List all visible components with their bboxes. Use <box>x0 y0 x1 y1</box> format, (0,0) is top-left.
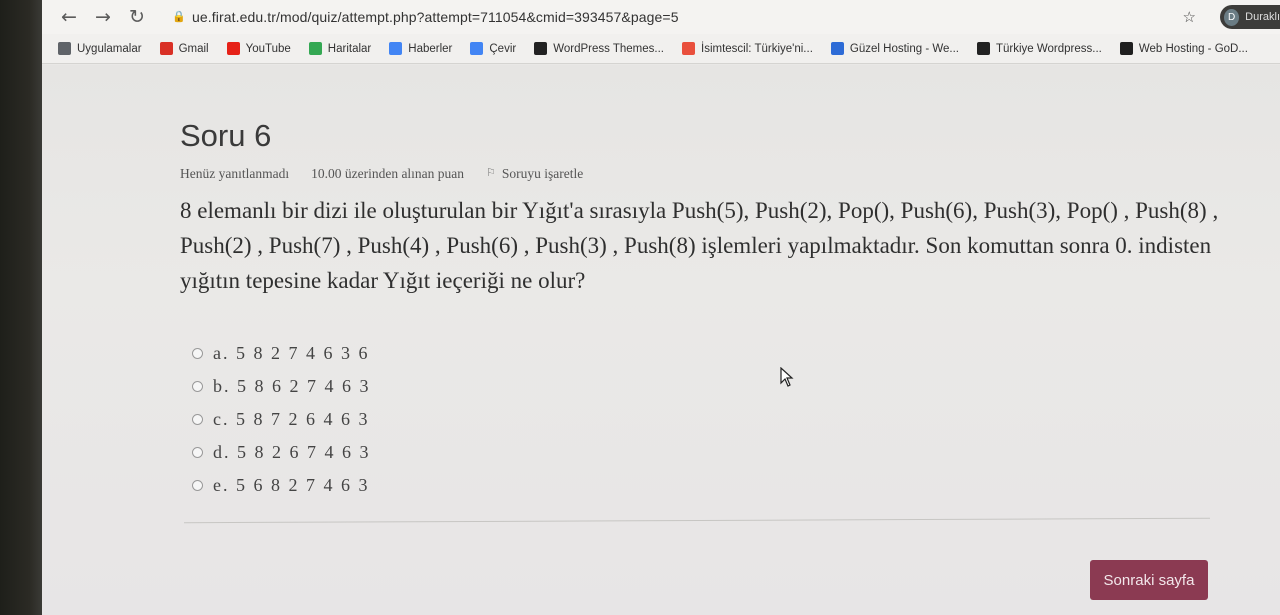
bookmark-item[interactable]: Türkiye Wordpress... <box>976 42 1102 55</box>
bookmark-item[interactable]: Haberler <box>389 42 452 55</box>
answer-option[interactable]: b. 5 8 6 2 7 4 6 3 <box>192 370 371 403</box>
lock-icon[interactable]: 🔒 <box>172 10 186 24</box>
next-page-button[interactable]: Sonraki sayfa <box>1090 560 1208 600</box>
browser-toolbar: ← → ↻ 🔒 ue.firat.edu.tr/mod/quiz/attempt… <box>42 0 1280 34</box>
bookmark-label: Haritalar <box>327 42 372 55</box>
question-status: Henüz yanıtlanmadı <box>180 166 290 181</box>
bookmarks-bar: Uygulamalar Gmail YouTube Haritalar Haberler… <box>42 34 1280 64</box>
bookmark-item[interactable]: Uygulamalar <box>58 42 142 55</box>
bookmark-item[interactable]: WordPress Themes... <box>534 42 664 55</box>
address-bar[interactable]: ue.firat.edu.tr/mod/quiz/attempt.php?att… <box>192 9 679 25</box>
answer-label: c. 5 8 7 2 6 4 6 3 <box>213 409 370 429</box>
bookmark-label: Uygulamalar <box>77 42 142 55</box>
bookmark-label: Çevir <box>489 42 517 55</box>
question-info: Henüz yanıtlanmadı 10.00 üzerinden alına… <box>180 166 605 182</box>
bookmark-label: YouTube <box>245 42 291 55</box>
mouse-cursor-icon <box>780 367 794 387</box>
answer-option[interactable]: d. 5 8 2 6 7 4 6 3 <box>192 436 371 469</box>
guzel-hosting-icon <box>830 42 844 55</box>
reload-icon[interactable]: ↻ <box>120 3 154 31</box>
maps-icon <box>308 42 322 55</box>
avatar: D <box>1224 8 1240 26</box>
bookmark-item[interactable]: Gmail <box>159 42 209 55</box>
wordpress-themes-icon <box>534 42 548 55</box>
bookmark-item[interactable]: Güzel Hosting - We... <box>830 42 959 55</box>
news-icon <box>389 42 403 55</box>
godaddy-icon <box>1119 42 1133 55</box>
bookmark-item[interactable]: Çevir <box>470 42 516 55</box>
bookmark-label: Web Hosting - GoD... <box>1138 42 1248 55</box>
answer-label: d. 5 8 2 6 7 4 6 3 <box>213 442 371 462</box>
answer-label: e. 5 6 8 2 7 4 6 3 <box>213 475 370 495</box>
bookmark-label: Türkiye Wordpress... <box>995 42 1102 55</box>
answer-radio[interactable] <box>192 447 203 458</box>
isimtescil-icon <box>682 42 695 55</box>
profile-name: Duraklı <box>1245 11 1280 23</box>
answer-label: b. 5 8 6 2 7 4 6 3 <box>213 376 371 396</box>
gmail-icon <box>159 42 173 55</box>
bookmark-label: WordPress Themes... <box>553 42 664 55</box>
bookmark-item[interactable]: Web Hosting - GoD... <box>1119 42 1248 55</box>
question-points: 10.00 üzerinden alınan puan <box>311 166 465 181</box>
profile-button[interactable]: D Duraklı <box>1220 5 1280 29</box>
bookmark-label: Gmail <box>178 42 209 55</box>
bookmark-item[interactable]: Haritalar <box>308 42 372 55</box>
answer-label: a. 5 8 2 7 4 6 3 6 <box>213 343 370 363</box>
bookmark-star-icon[interactable]: ☆ <box>1183 8 1196 26</box>
bookmark-label: Güzel Hosting - We... <box>849 42 959 55</box>
device-bezel <box>0 0 42 615</box>
bookmark-item[interactable]: YouTube <box>226 42 291 55</box>
question-title: Soru 6 <box>180 118 272 153</box>
turkiye-wordpress-icon <box>976 42 990 55</box>
apps-grid-icon <box>58 42 71 55</box>
answer-option[interactable]: a. 5 8 2 7 4 6 3 6 <box>192 337 371 370</box>
answer-option[interactable]: c. 5 8 7 2 6 4 6 3 <box>192 403 371 436</box>
quiz-page: Soru 6 Henüz yanıtlanmadı 10.00 üzerinde… <box>42 65 1280 615</box>
answer-option[interactable]: e. 5 6 8 2 7 4 6 3 <box>192 469 371 502</box>
translate-icon <box>470 42 484 55</box>
answer-radio[interactable] <box>192 348 203 359</box>
forward-arrow-icon[interactable]: → <box>86 3 120 31</box>
back-arrow-icon[interactable]: ← <box>52 3 86 31</box>
youtube-icon <box>226 42 240 55</box>
flag-question-link[interactable]: Soruyu işaretle <box>502 166 583 182</box>
bookmark-label: Haberler <box>408 42 453 55</box>
bookmark-item[interactable]: İsimtescil: Türkiye'ni... <box>682 42 813 55</box>
flag-icon[interactable]: ⚐ <box>486 166 496 182</box>
question-text: 8 elemanlı bir dizi ile oluşturulan bir … <box>180 198 1219 293</box>
answer-list: a. 5 8 2 7 4 6 3 6 b. 5 8 6 2 7 4 6 3 c. 5… <box>192 337 371 502</box>
bookmark-label: İsimtescil: Türkiye'ni... <box>701 42 813 55</box>
divider <box>184 517 1210 524</box>
answer-radio[interactable] <box>192 414 203 425</box>
answer-radio[interactable] <box>192 381 203 392</box>
browser-window: ← → ↻ 🔒 ue.firat.edu.tr/mod/quiz/attempt… <box>42 0 1280 615</box>
answer-radio[interactable] <box>192 480 203 491</box>
